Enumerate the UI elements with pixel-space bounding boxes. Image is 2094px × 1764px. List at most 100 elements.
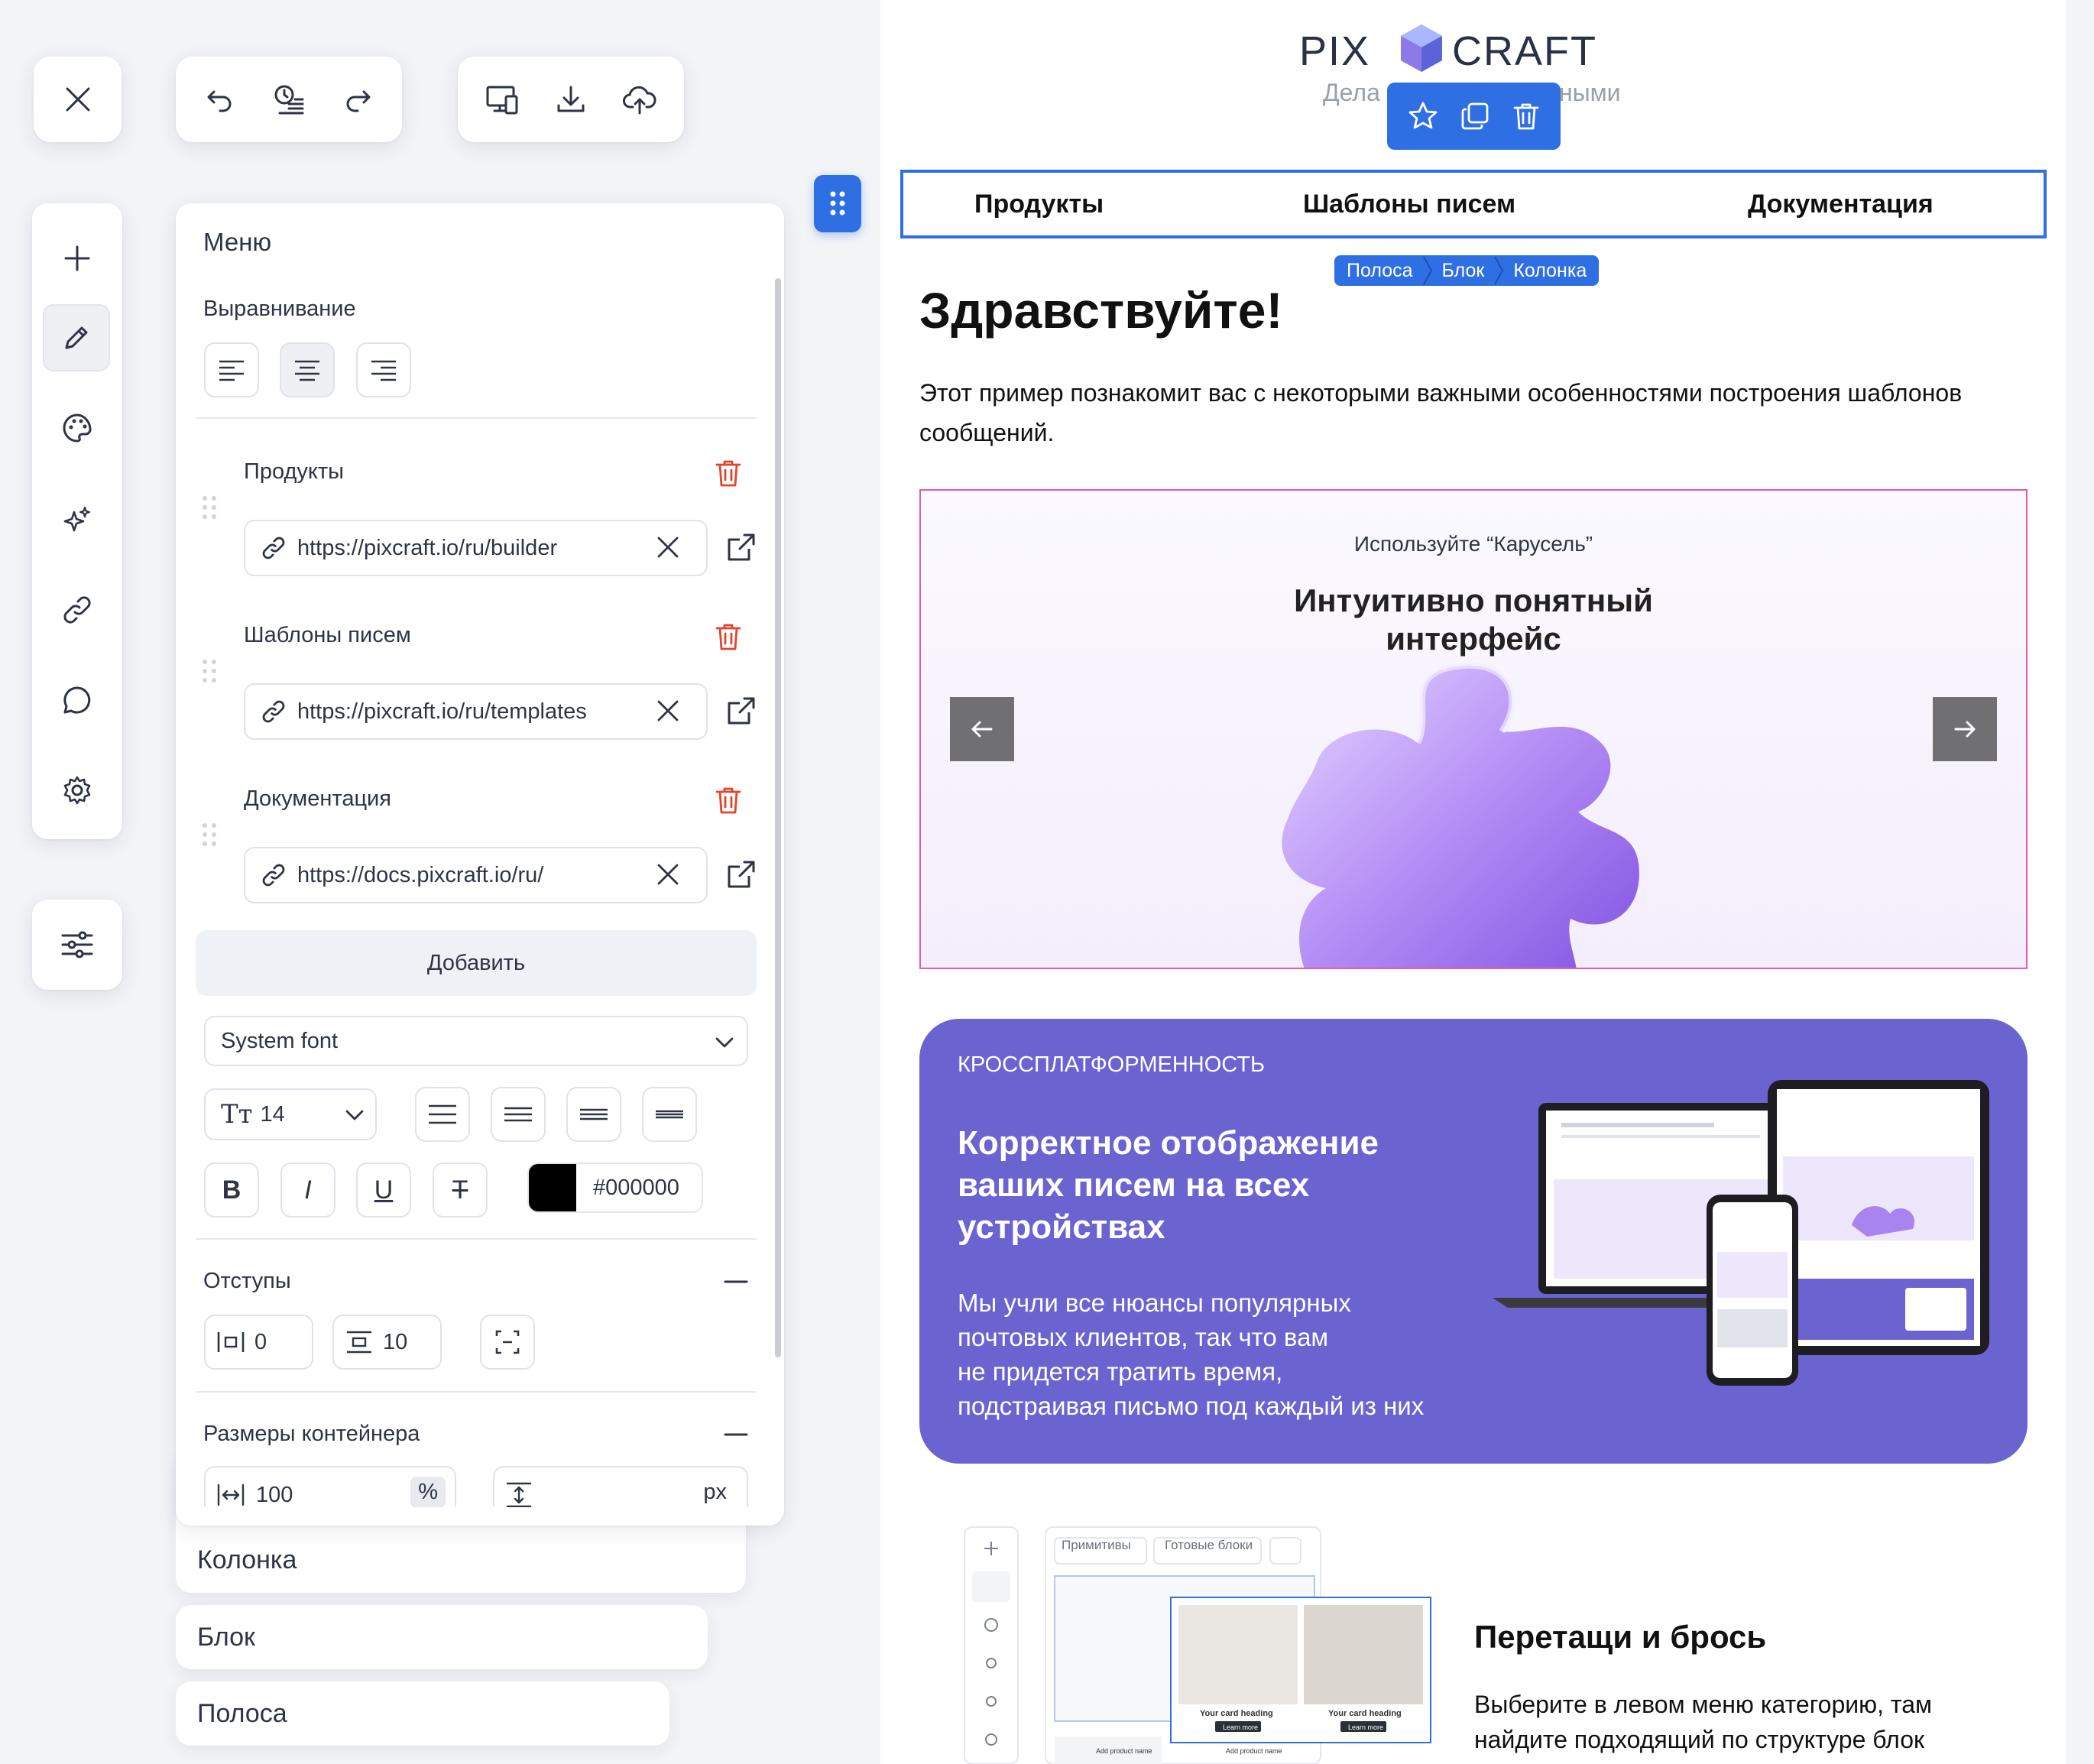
font-size-value: 14 <box>260 1101 285 1127</box>
sparkles-icon[interactable] <box>44 486 111 553</box>
align-right-icon <box>371 360 396 381</box>
clear-icon[interactable] <box>656 699 680 723</box>
palette-icon[interactable] <box>44 394 111 462</box>
trash-icon[interactable] <box>715 786 742 815</box>
nav-item-products[interactable]: Продукты <box>974 190 1104 219</box>
width-unit[interactable]: % <box>410 1477 446 1507</box>
star-icon[interactable] <box>1408 101 1438 131</box>
padding-horizontal-icon <box>216 1330 245 1354</box>
stack-item-block[interactable]: Блок <box>176 1605 708 1669</box>
clear-icon[interactable] <box>656 535 680 559</box>
dnd-title: Перетащи и брось <box>1474 1619 1767 1655</box>
promo-block: КРОССПЛАТФОРМЕННОСТЬ Корректное отображе… <box>919 1019 2028 1464</box>
breadcrumb-item-block[interactable]: Блок <box>1442 260 1485 282</box>
panel-title: Меню <box>203 228 272 256</box>
dnd-card-heading-1: Your card heading <box>1200 1709 1273 1718</box>
pencil-icon[interactable] <box>43 304 110 371</box>
line-height-3-button[interactable] <box>566 1087 621 1142</box>
external-link-icon[interactable] <box>726 696 757 726</box>
container-size-row: 100 % px <box>196 1461 757 1507</box>
stack-item-stripe[interactable]: Полоса <box>176 1681 669 1746</box>
promo-title-line1: Корректное отображение <box>958 1124 1379 1162</box>
tools-sidebar <box>32 203 122 839</box>
comment-icon[interactable] <box>44 666 111 734</box>
padding-horizontal-field[interactable]: 0 <box>204 1315 313 1370</box>
menu-item-label: Документация <box>244 786 391 811</box>
line-height-4-button[interactable] <box>642 1087 697 1142</box>
url-field[interactable]: https://pixcraft.io/ru/builder <box>244 520 708 576</box>
clear-icon[interactable] <box>656 862 680 887</box>
height-unit[interactable]: px <box>703 1480 727 1505</box>
collapse-icon[interactable] <box>723 1269 749 1295</box>
collapse-icon[interactable] <box>723 1422 749 1448</box>
redo-icon[interactable] <box>327 57 388 142</box>
divider <box>196 1238 757 1240</box>
logo-text-left: PIX <box>1299 28 1371 74</box>
align-left-button[interactable] <box>204 342 259 397</box>
trash-icon[interactable] <box>715 622 742 651</box>
history-toolbar <box>176 57 402 142</box>
line-height-2-button[interactable] <box>491 1087 546 1142</box>
dnd-tab-ready-blocks: Готовые блоки <box>1165 1538 1253 1552</box>
divider <box>196 417 757 419</box>
bold-button[interactable]: B <box>204 1162 259 1218</box>
logo: PIX CRAFT <box>1299 23 1651 76</box>
align-right-button[interactable] <box>356 342 411 397</box>
external-link-icon[interactable] <box>726 532 757 563</box>
export-toolbar <box>458 57 684 142</box>
trash-icon[interactable] <box>715 459 742 488</box>
external-link-icon[interactable] <box>726 859 757 890</box>
text-color-field[interactable]: #000000 <box>527 1162 703 1213</box>
dnd-body-line2: найдите подходящий по структуре блок <box>1474 1726 1924 1753</box>
plus-icon[interactable] <box>44 225 111 292</box>
drag-grip-icon[interactable] <box>200 657 219 685</box>
font-size-select[interactable]: Tт 14 <box>204 1088 377 1140</box>
carousel: Используйте “Карусель” Интуитивно понятн… <box>919 489 2028 969</box>
carousel-title-line2: интерфейс <box>1386 621 1561 657</box>
breadcrumb-item-column[interactable]: Колонка <box>1513 260 1587 282</box>
color-swatch[interactable] <box>529 1164 576 1211</box>
url-field[interactable]: https://docs.pixcraft.io/ru/ <box>244 847 708 903</box>
trash-icon[interactable] <box>1512 102 1540 131</box>
gear-icon[interactable] <box>44 757 111 824</box>
close-icon[interactable] <box>34 57 122 142</box>
italic-icon: I <box>304 1175 312 1205</box>
undo-icon[interactable] <box>190 57 251 142</box>
sliders-icon[interactable] <box>32 900 122 990</box>
close-toolbar <box>34 57 122 142</box>
puzzle-image <box>1282 662 1639 968</box>
upload-cloud-icon[interactable] <box>609 57 670 142</box>
height-field[interactable]: px <box>493 1466 748 1507</box>
width-field[interactable]: 100 % <box>204 1466 456 1507</box>
underline-button[interactable]: U <box>356 1162 411 1218</box>
align-center-button[interactable] <box>280 342 335 397</box>
stack-item-label: Колонка <box>197 1545 297 1574</box>
download-icon[interactable] <box>540 57 601 142</box>
panel-scrollbar[interactable] <box>775 278 781 1357</box>
drag-handle[interactable] <box>814 175 861 232</box>
promo-body-line3: не придется тратить время, <box>958 1357 1283 1386</box>
nav-item-templates[interactable]: Шаблоны писем <box>1303 190 1515 219</box>
history-icon[interactable] <box>258 57 319 142</box>
url-field[interactable]: https://pixcraft.io/ru/templates <box>244 683 708 740</box>
url-value: https://pixcraft.io/ru/builder <box>297 535 558 560</box>
width-icon <box>216 1483 245 1507</box>
line-height-1-button[interactable] <box>415 1087 470 1142</box>
breadcrumb-item-stripe[interactable]: Полоса <box>1347 260 1413 282</box>
padding-vertical-field[interactable]: 10 <box>332 1315 442 1370</box>
carousel-prev-button[interactable] <box>950 697 1014 761</box>
copy-icon[interactable] <box>1460 102 1489 131</box>
drag-grip-icon[interactable] <box>200 821 219 848</box>
preview-devices-icon[interactable] <box>472 57 533 142</box>
bold-icon: B <box>222 1175 241 1205</box>
italic-button[interactable]: I <box>280 1162 335 1218</box>
font-select[interactable]: System font <box>204 1016 748 1066</box>
add-item-button[interactable]: Добавить <box>196 930 757 996</box>
carousel-next-button[interactable] <box>1933 697 1997 761</box>
drag-grip-icon[interactable] <box>200 494 219 521</box>
dnd-card-heading-2: Your card heading <box>1328 1709 1402 1718</box>
nav-item-docs[interactable]: Документация <box>1748 190 1934 219</box>
strikethrough-button[interactable]: T <box>433 1162 488 1218</box>
link-icon[interactable] <box>44 576 111 644</box>
padding-individual-button[interactable] <box>480 1315 535 1370</box>
